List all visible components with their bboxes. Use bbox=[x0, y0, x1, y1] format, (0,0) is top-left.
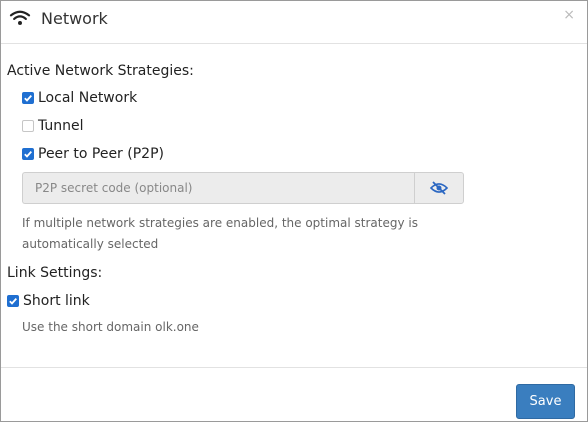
save-button[interactable]: Save bbox=[516, 384, 575, 419]
wifi-icon bbox=[9, 10, 31, 25]
close-icon[interactable]: × bbox=[563, 7, 575, 23]
dialog-footer: Save bbox=[1, 367, 587, 422]
checkmark-icon bbox=[9, 297, 17, 305]
local-network-option[interactable]: Local Network bbox=[22, 90, 137, 106]
toggle-visibility-button[interactable] bbox=[414, 172, 464, 204]
short-link-checkbox[interactable] bbox=[7, 295, 19, 307]
strategies-heading: Active Network Strategies: bbox=[7, 63, 194, 79]
p2p-label[interactable]: Peer to Peer (P2P) bbox=[38, 146, 164, 162]
dialog-title: Network bbox=[41, 9, 108, 28]
checkmark-icon bbox=[24, 94, 32, 102]
p2p-checkbox[interactable] bbox=[22, 148, 34, 160]
network-dialog: Network × Active Network Strategies: Loc… bbox=[0, 0, 588, 422]
short-link-description: Use the short domain olk.one bbox=[22, 320, 199, 334]
local-network-checkbox[interactable] bbox=[22, 92, 34, 104]
tunnel-checkbox[interactable] bbox=[22, 120, 34, 132]
p2p-option[interactable]: Peer to Peer (P2P) bbox=[22, 146, 164, 162]
short-link-label[interactable]: Short link bbox=[23, 293, 90, 309]
link-settings-heading: Link Settings: bbox=[7, 265, 103, 281]
checkmark-icon bbox=[24, 150, 32, 158]
p2p-secret-input[interactable] bbox=[22, 172, 414, 204]
help-line-1: If multiple network strategies are enabl… bbox=[22, 216, 418, 230]
dialog-header: Network × bbox=[1, 1, 587, 44]
tunnel-label[interactable]: Tunnel bbox=[38, 118, 84, 134]
local-network-label[interactable]: Local Network bbox=[38, 90, 137, 106]
strategy-help-text: If multiple network strategies are enabl… bbox=[22, 213, 418, 255]
eye-slash-icon bbox=[430, 181, 448, 195]
help-line-2: automatically selected bbox=[22, 237, 159, 251]
short-link-option[interactable]: Short link bbox=[7, 293, 90, 309]
tunnel-option[interactable]: Tunnel bbox=[22, 118, 84, 134]
p2p-secret-group bbox=[22, 172, 464, 204]
